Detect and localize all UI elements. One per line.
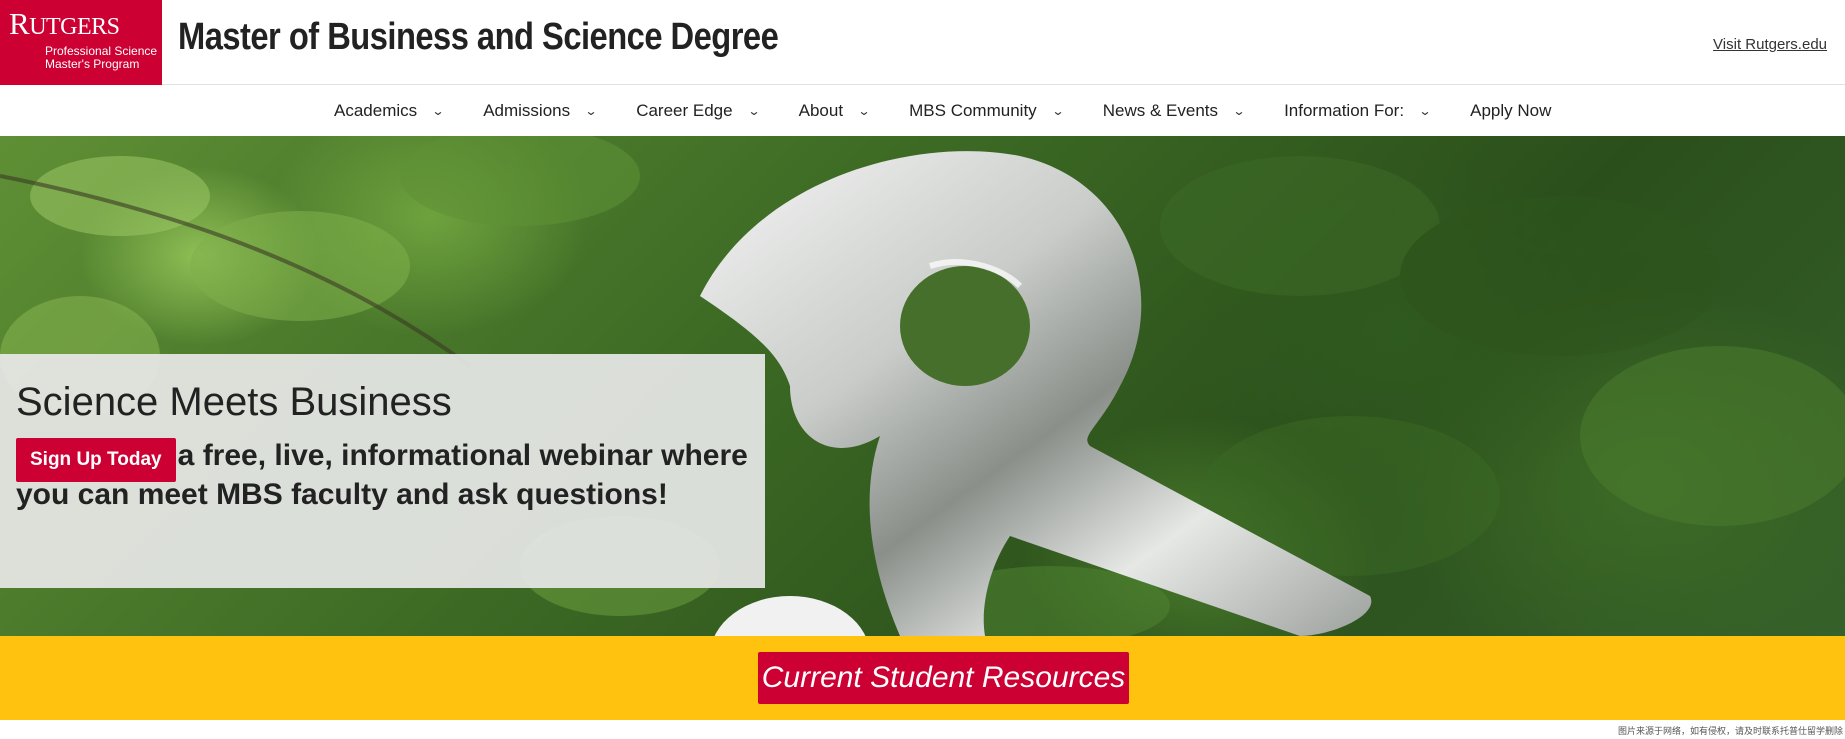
nav-item-label: MBS Community: [909, 101, 1037, 120]
nav-item-academics[interactable]: Academics ⌄: [334, 101, 445, 121]
sign-up-button[interactable]: Sign Up Today: [16, 438, 176, 482]
main-nav: Academics ⌄ Admissions ⌄ Career Edge ⌄ A…: [0, 86, 1845, 136]
chevron-down-icon[interactable]: ⌄: [858, 104, 871, 118]
site-header: RUTGERS Professional Science Master's Pr…: [0, 0, 1845, 85]
nav-item-career-edge[interactable]: Career Edge ⌄: [636, 101, 760, 121]
nav-item-label: Career Edge: [636, 101, 733, 120]
chevron-down-icon[interactable]: ⌄: [1051, 104, 1064, 118]
nav-item-news-events[interactable]: News & Events ⌄: [1102, 101, 1246, 121]
rutgers-logo[interactable]: RUTGERS Professional Science Master's Pr…: [0, 0, 162, 85]
visit-rutgers-link[interactable]: Visit Rutgers.edu: [1713, 36, 1827, 53]
nav-item-information-for[interactable]: Information For: ⌄: [1284, 101, 1432, 121]
hero-banner: Science Meets Business Join us for a fre…: [0, 136, 1845, 636]
nav-item-label: News & Events: [1102, 101, 1218, 120]
current-student-resources-button[interactable]: Current Student Resources: [758, 652, 1129, 704]
logo-wordmark: RUTGERS: [9, 6, 120, 41]
chevron-down-icon[interactable]: ⌄: [747, 104, 760, 118]
nav-item-about[interactable]: About ⌄: [798, 101, 871, 121]
nav-item-label: About: [798, 101, 844, 120]
white-balloon-shape: [714, 596, 866, 636]
chevron-down-icon[interactable]: ⌄: [1419, 104, 1432, 118]
nav-item-label: Admissions: [483, 101, 571, 120]
chevron-down-icon[interactable]: ⌄: [432, 104, 445, 118]
page-title[interactable]: Master of Business and Science Degree: [178, 16, 779, 59]
nav-item-label: Academics: [334, 101, 418, 120]
nav-item-mbs-community[interactable]: MBS Community ⌄: [909, 101, 1064, 121]
resources-band: Current Student Resources: [0, 636, 1845, 720]
nav-item-admissions[interactable]: Admissions ⌄: [483, 101, 598, 121]
chevron-down-icon[interactable]: ⌄: [585, 104, 598, 118]
chevron-down-icon[interactable]: ⌄: [1232, 104, 1245, 118]
logo-subtitle: Professional Science Master's Program: [45, 44, 158, 71]
promo-title: Science Meets Business: [16, 380, 452, 424]
image-credit-note: 图片来源于网络，如有侵权，请及时联系托普仕留学删除: [1617, 726, 1843, 736]
nav-item-label: Apply Now: [1470, 101, 1552, 120]
nav-item-label: Information For:: [1284, 101, 1405, 120]
nav-item-apply-now[interactable]: Apply Now: [1470, 101, 1551, 121]
